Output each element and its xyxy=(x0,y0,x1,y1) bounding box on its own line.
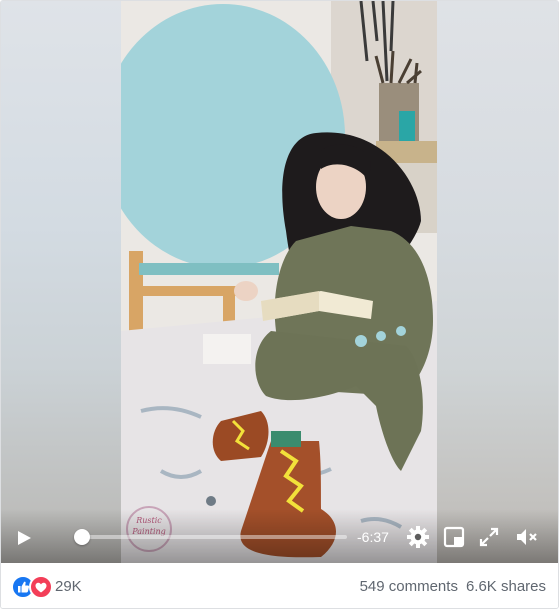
post-stats: 549 comments 6.6K shares xyxy=(360,578,546,595)
video-player[interactable]: Rustic Painting -6:37 xyxy=(1,1,558,563)
progress-scrubber-handle[interactable] xyxy=(74,529,91,545)
shares-count-link[interactable]: 6.6K shares xyxy=(466,578,546,595)
video-scene: Rustic Painting xyxy=(121,1,437,563)
picture-in-picture-icon xyxy=(443,526,465,548)
play-icon xyxy=(18,531,31,545)
fullscreen-button[interactable] xyxy=(477,525,501,549)
video-post-card: Rustic Painting -6:37 xyxy=(0,0,559,609)
gear-icon xyxy=(407,526,429,548)
time-remaining: -6:37 xyxy=(357,529,389,545)
love-icon xyxy=(29,575,53,599)
post-footer: 29K 549 comments 6.6K shares xyxy=(1,563,558,608)
settings-button[interactable] xyxy=(406,525,430,549)
mute-button[interactable] xyxy=(515,525,539,549)
video-blur-backdrop-left xyxy=(1,1,121,563)
picture-in-picture-button[interactable] xyxy=(442,525,466,549)
volume-muted-icon xyxy=(517,529,537,545)
comments-count-link[interactable]: 549 comments xyxy=(360,578,458,595)
video-frame[interactable]: Rustic Painting xyxy=(121,1,437,563)
play-button[interactable] xyxy=(15,529,33,547)
video-controls-bar: -6:37 xyxy=(1,509,558,563)
fullscreen-icon xyxy=(479,527,499,547)
progress-bar[interactable] xyxy=(74,529,347,545)
video-blur-backdrop-right xyxy=(437,1,558,563)
reaction-count[interactable]: 29K xyxy=(55,578,82,595)
